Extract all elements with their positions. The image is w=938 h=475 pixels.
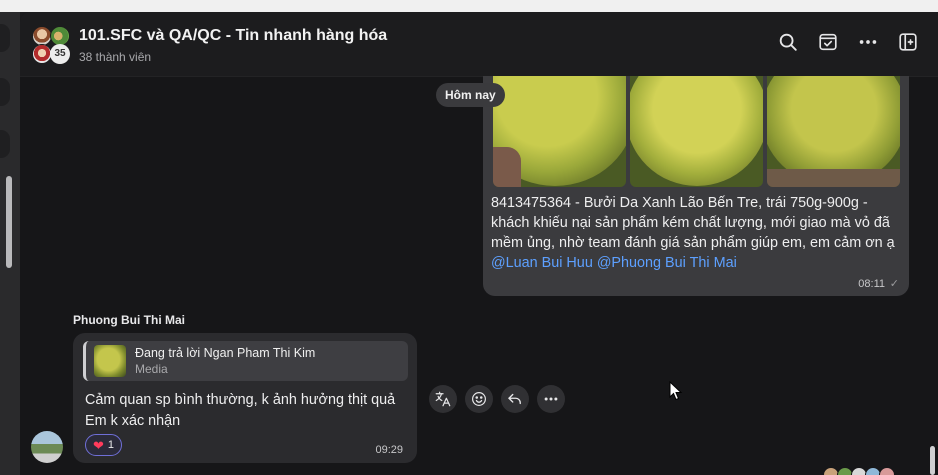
reply-quote[interactable]: Đang trả lời Ngan Pham Thi Kim Media bbox=[83, 341, 408, 381]
reply-icon[interactable] bbox=[501, 385, 529, 413]
member-avatar bbox=[32, 26, 52, 46]
member-avatar bbox=[32, 44, 52, 64]
message-text: Cảm quan sp bình thường, k ảnh hưởng thị… bbox=[85, 390, 411, 432]
member-count-badge: 35 bbox=[50, 44, 70, 64]
mention-link[interactable]: @Luan Bui Huu bbox=[491, 255, 593, 271]
message-line: Cảm quan sp bình thường, k ảnh hưởng thị… bbox=[85, 392, 396, 408]
reaction-count: 1 bbox=[107, 439, 115, 451]
mention-link[interactable]: @Phuong Bui Thi Mai bbox=[597, 255, 737, 271]
seen-by-avatars[interactable] bbox=[823, 467, 895, 475]
left-rail bbox=[0, 12, 20, 475]
message-time: 09:29 bbox=[375, 444, 403, 456]
window-top-strip bbox=[0, 0, 938, 12]
outgoing-message-bubble[interactable]: 8413475364 - Bưởi Da Xanh Lão Bến Tre, t… bbox=[483, 76, 909, 296]
member-avatar bbox=[50, 26, 70, 46]
avatar bbox=[879, 467, 895, 475]
avatar[interactable] bbox=[31, 431, 63, 463]
chat-window: 35 101.SFC và QA/QC - Tin nhanh hàng hóa… bbox=[20, 12, 938, 475]
product-photo[interactable] bbox=[767, 76, 900, 187]
message-line: Em k xác nhận bbox=[85, 413, 181, 429]
rail-item[interactable] bbox=[0, 24, 10, 52]
seen-check-icon: ✓ bbox=[889, 278, 899, 290]
chat-title[interactable]: 101.SFC và QA/QC - Tin nhanh hàng hóa bbox=[79, 27, 387, 45]
more-icon[interactable] bbox=[537, 385, 565, 413]
rail-item[interactable] bbox=[0, 78, 10, 106]
day-divider: Hôm nay bbox=[436, 83, 505, 107]
message-text: 8413475364 - Bưởi Da Xanh Lão Bến Tre, t… bbox=[491, 193, 903, 273]
message-actions bbox=[429, 385, 565, 413]
mouse-cursor-icon bbox=[669, 380, 683, 406]
chat-header: 35 101.SFC và QA/QC - Tin nhanh hàng hóa… bbox=[20, 12, 938, 77]
message-body: 8413475364 - Bưởi Da Xanh Lão Bến Tre, t… bbox=[491, 195, 895, 251]
reply-media-thumbnail bbox=[94, 345, 126, 377]
checklist-icon[interactable] bbox=[817, 31, 839, 53]
product-photo[interactable] bbox=[630, 76, 763, 187]
product-photo[interactable] bbox=[493, 76, 626, 187]
message-time: 08:11 bbox=[858, 278, 885, 290]
sidebar-toggle-icon[interactable] bbox=[897, 31, 919, 53]
rail-item[interactable] bbox=[0, 130, 10, 158]
emoji-icon[interactable] bbox=[465, 385, 493, 413]
more-icon[interactable] bbox=[857, 31, 879, 53]
reply-kind: Media bbox=[135, 362, 168, 376]
member-count[interactable]: 38 thành viên bbox=[79, 50, 151, 64]
reaction-badge[interactable]: ❤ 1 bbox=[85, 434, 123, 456]
group-avatar[interactable]: 35 bbox=[32, 26, 72, 66]
incoming-message-bubble[interactable]: Đang trả lời Ngan Pham Thi Kim Media Cảm… bbox=[73, 333, 417, 463]
rail-scrollbar[interactable] bbox=[6, 176, 12, 268]
reply-title: Đang trả lời Ngan Pham Thi Kim bbox=[135, 346, 316, 360]
chat-scrollbar[interactable] bbox=[930, 446, 935, 475]
search-icon[interactable] bbox=[777, 31, 799, 53]
heart-icon: ❤ bbox=[93, 437, 104, 453]
sender-name[interactable]: Phuong Bui Thi Mai bbox=[73, 313, 185, 327]
photo-album bbox=[493, 76, 900, 187]
translate-icon[interactable] bbox=[429, 385, 457, 413]
